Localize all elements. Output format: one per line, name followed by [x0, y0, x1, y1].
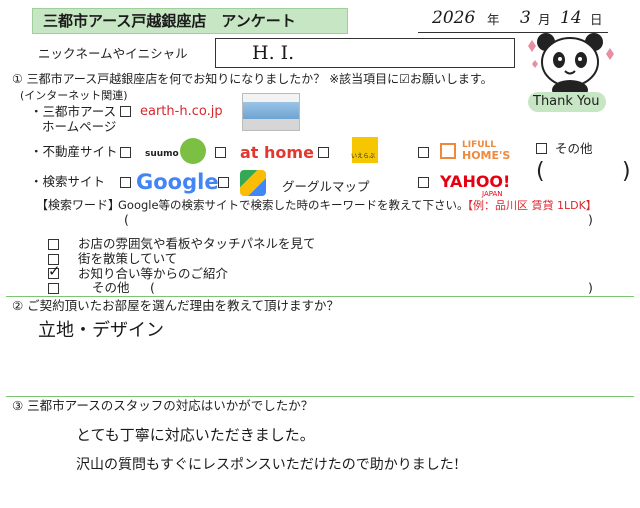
keyword-paren-close: ): [588, 212, 593, 227]
option-other-label: その他: [92, 280, 130, 295]
athome-logo: at home: [240, 143, 314, 162]
googlemap-label: グーグルマップ: [282, 179, 370, 194]
keyword-label: 【検索ワード】: [36, 198, 121, 212]
suumo-mascot-icon: [180, 138, 206, 164]
keyword-paren-open: (: [124, 212, 129, 227]
realestate-label: ・不動産サイト: [30, 144, 118, 159]
homepage-url: earth-h.co.jp: [140, 104, 223, 119]
nickname-label: ニックネームやイニシャル: [38, 46, 188, 61]
other-site-label: その他: [555, 141, 593, 156]
google-logo: Google: [136, 170, 219, 194]
option-other-paren-close: ): [588, 280, 593, 295]
yahoo-checkbox[interactable]: [418, 177, 429, 188]
other-site-paren-close: ): [622, 159, 631, 184]
option-other-checkbox[interactable]: [48, 283, 59, 294]
survey-title: 三都市アース戸越銀座店 アンケート: [32, 8, 348, 34]
googlemap-pin-icon: [240, 170, 266, 196]
q1-question: ① 三都市アース戸越銀座店を何でお知りになりましたか？ ※該当項目に☑お願いしま…: [12, 72, 493, 86]
suumo-checkbox[interactable]: [120, 147, 131, 158]
homepage-label-1: ・三都市アース: [30, 104, 117, 119]
date-year-unit: 年: [487, 12, 500, 27]
ieyasu-checkbox[interactable]: [318, 147, 329, 158]
athome-checkbox[interactable]: [215, 147, 226, 158]
google-checkbox[interactable]: [120, 177, 131, 188]
lifull-logo-line2: HOME'S: [462, 149, 511, 162]
googlemap-checkbox[interactable]: [218, 177, 229, 188]
option-referral-checkmark-icon: ✓: [48, 262, 61, 280]
q3-answer-line1: とても丁寧に対応いただきました。: [76, 426, 315, 444]
homepage-label-2: ホームページ: [42, 119, 117, 134]
thank-you-text: Thank You: [533, 94, 600, 109]
other-site-paren-open: (: [536, 159, 545, 184]
section-divider-1: [6, 296, 634, 297]
keyword-instruction: Google等の検索サイトで検索した時のキーワードを教えて下さい。: [118, 198, 469, 212]
section-divider-2: [6, 396, 634, 397]
keyword-input[interactable]: [132, 212, 582, 227]
homepage-checkbox[interactable]: [120, 106, 131, 117]
q2-question: ② ご契約頂いたお部屋を選んだ理由を教えて頂けますか？: [12, 298, 340, 313]
keyword-example: 【例：品川区 賃貸 1LDK】: [462, 199, 597, 212]
nickname-value: H. I.: [252, 42, 295, 64]
option-walking-label: 街を散策していて: [78, 251, 178, 266]
option-storefront-checkbox[interactable]: [48, 239, 59, 250]
internet-heading: (インターネット関連): [20, 89, 128, 102]
date-year: 2026: [432, 8, 476, 28]
ieyasu-logo-text: いえらぶ: [351, 153, 376, 160]
lifull-house-icon: [440, 143, 456, 159]
option-referral-label: お知り合い等からのご紹介: [78, 266, 229, 281]
option-other-paren-open: (: [150, 280, 155, 295]
homepage-screenshot-image: [242, 93, 300, 131]
suumo-logo: suumo: [145, 149, 179, 159]
search-label: ・検索サイト: [30, 174, 106, 189]
q3-question: ③ 三都市アースのスタッフの対応はいかがでしたか？: [12, 398, 314, 413]
q3-answer-line2: 沢山の質問もすぐにレスポンスいただけたので助かりました!: [76, 457, 460, 473]
q2-answer: 立地・デザイン: [38, 320, 164, 341]
option-storefront-label: お店の雰囲気や看板やタッチパネルを見て: [78, 236, 316, 251]
other-site-checkbox[interactable]: [536, 143, 547, 154]
lifull-checkbox[interactable]: [418, 147, 429, 158]
